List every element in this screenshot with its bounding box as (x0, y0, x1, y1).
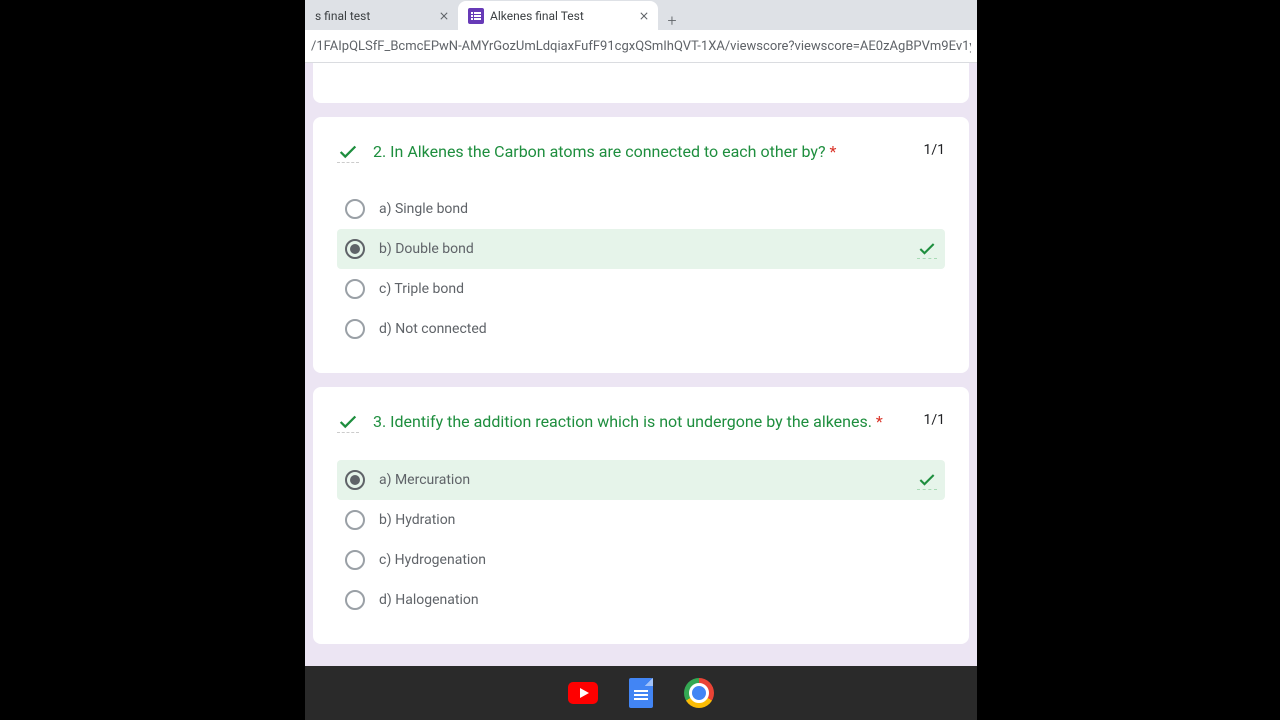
tab-inactive[interactable]: s final test (305, 1, 458, 30)
option-label: c) Hydrogenation (379, 552, 937, 568)
required-asterisk: * (830, 142, 837, 161)
option-d[interactable]: d) Not connected (337, 309, 945, 349)
radio-icon (345, 550, 365, 570)
check-icon (337, 411, 359, 433)
radio-icon (345, 199, 365, 219)
previous-card-stub (313, 63, 969, 103)
options-list: a) Single bond b) Double bond c) Triple … (337, 189, 945, 349)
option-label: b) Double bond (379, 241, 903, 257)
url-text: /1FAIpQLSfF_BcmcEPwN-AMYrGozUmLdqiaxFufF… (311, 39, 971, 54)
correct-check-icon (917, 470, 937, 490)
tab-title: s final test (315, 9, 434, 23)
question-score: 1/1 (923, 141, 945, 158)
radio-icon (345, 319, 365, 339)
question-text: 3. Identify the addition reaction which … (373, 411, 909, 433)
question-header: 2. In Alkenes the Carbon atoms are conne… (337, 141, 945, 163)
browser-window: s final test Alkenes final Test + /1FAIp… (305, 0, 977, 666)
option-b[interactable]: b) Hydration (337, 500, 945, 540)
new-tab-button[interactable]: + (658, 11, 686, 30)
chrome-icon[interactable] (683, 678, 715, 708)
option-label: a) Mercuration (379, 472, 903, 488)
required-asterisk: * (876, 412, 883, 431)
question-label: 2. In Alkenes the Carbon atoms are conne… (373, 142, 826, 161)
taskbar (305, 666, 977, 720)
radio-icon-selected (345, 239, 365, 259)
options-list: a) Mercuration b) Hydration c) Hydrogena… (337, 460, 945, 620)
radio-icon-selected (345, 470, 365, 490)
radio-icon (345, 510, 365, 530)
option-a[interactable]: a) Single bond (337, 189, 945, 229)
tab-strip: s final test Alkenes final Test + (305, 0, 977, 30)
check-icon (337, 141, 359, 163)
question-text: 2. In Alkenes the Carbon atoms are conne… (373, 141, 909, 163)
correct-check-icon (917, 239, 937, 259)
question-score: 1/1 (923, 411, 945, 428)
option-label: d) Halogenation (379, 592, 937, 608)
question-label: 3. Identify the addition reaction which … (373, 412, 872, 431)
address-bar[interactable]: /1FAIpQLSfF_BcmcEPwN-AMYrGozUmLdqiaxFufF… (305, 30, 977, 63)
option-c[interactable]: c) Hydrogenation (337, 540, 945, 580)
close-icon[interactable] (640, 12, 648, 20)
option-label: a) Single bond (379, 201, 937, 217)
radio-icon (345, 279, 365, 299)
option-c[interactable]: c) Triple bond (337, 269, 945, 309)
youtube-icon[interactable] (567, 678, 599, 708)
page-content: 2. In Alkenes the Carbon atoms are conne… (305, 63, 977, 666)
option-d[interactable]: d) Halogenation (337, 580, 945, 620)
question-header: 3. Identify the addition reaction which … (337, 411, 945, 433)
option-label: d) Not connected (379, 321, 937, 337)
option-a[interactable]: a) Mercuration (337, 460, 945, 500)
close-icon[interactable] (440, 12, 448, 20)
tab-active[interactable]: Alkenes final Test (458, 1, 658, 30)
option-b[interactable]: b) Double bond (337, 229, 945, 269)
radio-icon (345, 590, 365, 610)
option-label: c) Triple bond (379, 281, 937, 297)
option-label: b) Hydration (379, 512, 937, 528)
docs-icon[interactable] (625, 678, 657, 708)
tab-title: Alkenes final Test (490, 9, 634, 23)
question-card-3: 3. Identify the addition reaction which … (313, 387, 969, 643)
question-card-2: 2. In Alkenes the Carbon atoms are conne… (313, 117, 969, 373)
plus-icon: + (667, 11, 676, 30)
forms-icon (468, 8, 484, 24)
